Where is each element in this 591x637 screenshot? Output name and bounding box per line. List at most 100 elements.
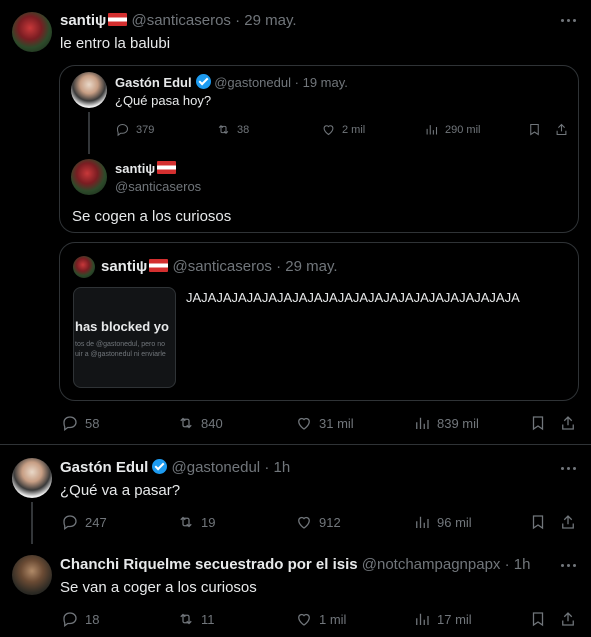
reply-button[interactable]: 247 xyxy=(61,513,107,531)
author-name[interactable]: Gastón Edul xyxy=(115,75,192,90)
like-button[interactable]: 31 mil xyxy=(295,414,354,432)
retweet-icon xyxy=(218,124,229,135)
share-icon xyxy=(562,515,574,529)
views-button[interactable]: 290 mil xyxy=(424,122,480,137)
author-name[interactable]: Chanchi Riquelme secuestrado por el isis xyxy=(60,556,358,573)
author-name[interactable]: santiψ xyxy=(115,161,155,176)
more-icon[interactable] xyxy=(561,564,579,568)
author-handle[interactable]: @santicaseros xyxy=(115,179,201,194)
avatar[interactable] xyxy=(12,458,52,498)
reply-icon xyxy=(116,123,129,137)
views-button[interactable]: 839 mil xyxy=(413,414,479,432)
retweet-button[interactable]: 19 xyxy=(177,513,215,531)
like-icon xyxy=(323,125,334,136)
verified-badge-icon xyxy=(195,74,211,89)
like-icon xyxy=(298,516,310,529)
reply-button[interactable]: 18 xyxy=(61,610,99,628)
tweet-action-bar: 58 840 31 mil 839 mil xyxy=(0,414,591,434)
retweet-button[interactable]: 11 xyxy=(177,610,215,628)
reply-count: 58 xyxy=(85,415,100,431)
like-count: 1 mil xyxy=(319,611,347,627)
tweet-time[interactable]: 29 may. xyxy=(285,258,337,275)
thumbnail-subtext: uir a @gastonedul ni enviarle xyxy=(75,351,166,358)
more-icon[interactable] xyxy=(561,19,579,23)
views-icon xyxy=(416,613,429,625)
reply-button[interactable]: 379 xyxy=(115,122,154,137)
author-name[interactable]: santiψ xyxy=(101,258,147,275)
share-button[interactable] xyxy=(559,610,577,628)
views-count: 17 mil xyxy=(437,611,472,627)
divider xyxy=(0,444,591,445)
avatar[interactable] xyxy=(12,555,52,595)
share-button[interactable] xyxy=(559,414,577,432)
views-icon xyxy=(416,516,429,528)
tweet-time[interactable]: 19 may. xyxy=(303,75,348,90)
views-button[interactable]: 17 mil xyxy=(413,610,472,628)
tweet-header: santiψ @santicaseros · 29 may. xyxy=(60,12,297,29)
avatar[interactable] xyxy=(71,159,107,195)
separator-dot: · xyxy=(276,258,282,275)
reply-icon xyxy=(63,612,77,628)
flag-icon xyxy=(108,13,128,26)
tweet-time[interactable]: 1h xyxy=(273,459,290,476)
quoted-reply-text: Se cogen a los curiosos xyxy=(72,208,232,225)
flag-icon xyxy=(149,259,169,272)
retweet-count: 19 xyxy=(201,514,216,530)
bookmark-button[interactable] xyxy=(527,122,542,137)
quoted-text: JAJAJAJAJAJAJAJAJAJAJAJAJAJAJAJAJAJAJAJA… xyxy=(186,290,520,305)
retweet-button[interactable]: 840 xyxy=(177,414,223,432)
thumbnail-subtext: tos de @gastonedul, pero no xyxy=(75,341,166,348)
retweet-count: 11 xyxy=(201,611,215,627)
tweet-header: Gastón Edul @gastonedul · 1h xyxy=(60,459,290,476)
tweet-action-bar: 247 19 912 96 mil xyxy=(0,513,591,533)
avatar[interactable] xyxy=(12,12,52,52)
views-icon xyxy=(416,417,429,429)
like-count: 2 mil xyxy=(342,123,366,136)
author-handle[interactable]: @santicaseros xyxy=(131,12,230,29)
avatar[interactable] xyxy=(71,72,107,108)
tweet-text: ¿Qué va a pasar? xyxy=(60,482,181,499)
tweet-time[interactable]: 1h xyxy=(514,556,531,573)
retweet-icon xyxy=(180,613,192,625)
bookmark-button[interactable] xyxy=(529,414,547,432)
views-icon xyxy=(426,125,438,135)
avatar[interactable] xyxy=(73,256,95,278)
like-button[interactable]: 2 mil xyxy=(321,122,365,137)
separator-dot: · xyxy=(235,12,241,29)
author-handle[interactable]: @gastonedul xyxy=(172,459,261,476)
media-thumbnail[interactable]: has blocked yo tos de @gastonedul, pero … xyxy=(73,287,176,388)
author-handle[interactable]: @notchampagnpapx xyxy=(362,556,501,573)
share-icon xyxy=(562,612,574,626)
views-count: 290 mil xyxy=(445,123,481,136)
retweet-count: 840 xyxy=(201,415,223,431)
reply-icon xyxy=(63,515,77,531)
bookmark-button[interactable] xyxy=(529,610,547,628)
author-name[interactable]: santiψ xyxy=(60,12,106,29)
bookmark-button[interactable] xyxy=(529,513,547,531)
quoted-header: Gastón Edul @gastonedul · 19 may. xyxy=(115,74,348,90)
views-count: 96 mil xyxy=(437,514,472,530)
like-button[interactable]: 1 mil xyxy=(295,610,346,628)
like-button[interactable]: 912 xyxy=(295,513,341,531)
views-count: 839 mil xyxy=(437,415,479,431)
author-handle[interactable]: @santicaseros xyxy=(172,258,271,275)
reply-icon xyxy=(63,416,77,432)
share-icon xyxy=(562,416,574,430)
bookmark-icon xyxy=(530,123,539,136)
reply-button[interactable]: 58 xyxy=(61,414,99,432)
share-button[interactable] xyxy=(559,513,577,531)
more-icon[interactable] xyxy=(561,467,579,471)
views-button[interactable]: 96 mil xyxy=(413,513,472,531)
share-icon xyxy=(556,123,567,136)
retweet-button[interactable]: 38 xyxy=(216,122,249,137)
share-button[interactable] xyxy=(554,122,569,137)
author-handle[interactable]: @gastonedul xyxy=(214,75,291,90)
like-icon xyxy=(298,417,310,430)
bookmark-icon xyxy=(532,515,544,530)
reply-count: 379 xyxy=(136,123,155,136)
author-name[interactable]: Gastón Edul xyxy=(60,459,148,476)
tweet-time[interactable]: 29 may. xyxy=(244,12,296,29)
verified-badge-icon xyxy=(152,459,168,474)
like-icon xyxy=(298,613,310,626)
separator-dot: · xyxy=(294,75,299,90)
